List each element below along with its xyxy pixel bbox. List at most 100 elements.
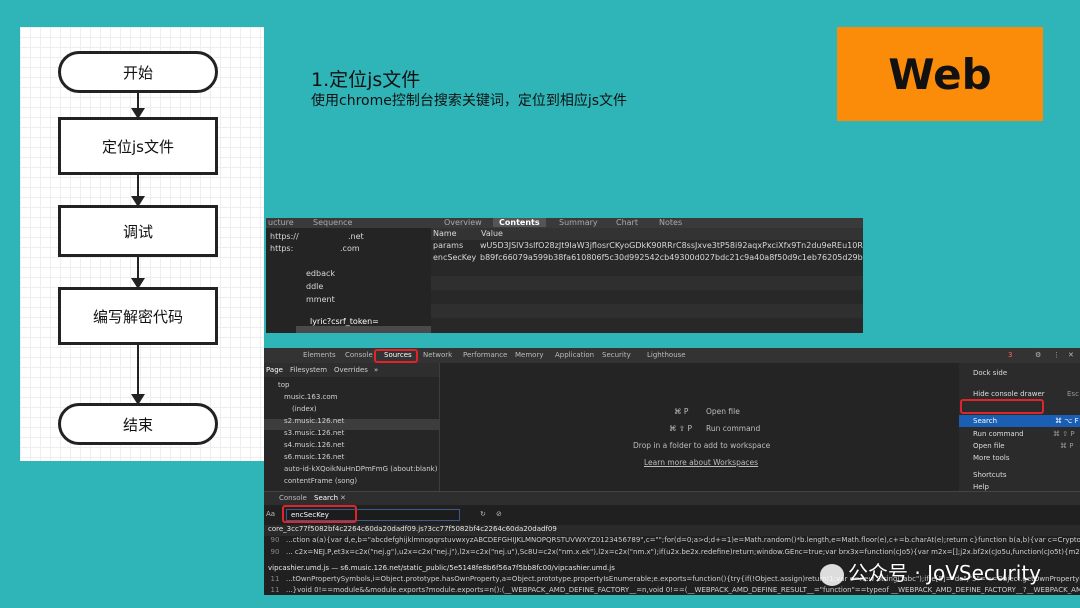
param-value: wU5D3JSlV3slfO28zJt9IaW3jflosrCKyoGDkK90… <box>480 241 863 250</box>
flow-node-write-decrypt: 编写解密代码 <box>58 287 218 345</box>
tree-domain[interactable]: music.163.com <box>284 393 337 401</box>
flow-arrow <box>131 93 145 119</box>
flow-node-label: 编写解密代码 <box>92 307 183 326</box>
result-file[interactable]: core_3cc77f5082bf4c2264c60da20dadf09.js?… <box>264 525 1080 536</box>
tab-overrides[interactable]: Overrides <box>334 366 368 374</box>
flow-node-locate-js: 定位js文件 <box>58 117 218 175</box>
navigator-tabs: Page Filesystem Overrides » <box>264 363 439 377</box>
refresh-icon[interactable]: ↻ <box>480 510 486 518</box>
result-file-name: vipcashier.umd.js — s6.music.126.net/sta… <box>268 564 615 572</box>
match-case-toggle[interactable]: Aa <box>266 510 275 518</box>
tree-domain[interactable]: s4.music.126.net <box>284 441 344 449</box>
flow-node-start: 开始 <box>58 51 218 93</box>
tab-contents[interactable]: Contents <box>493 218 546 227</box>
tab-structure[interactable]: ucture <box>268 218 294 227</box>
table-header: Name Value <box>431 228 863 240</box>
wechat-icon <box>820 563 844 586</box>
tab-network[interactable]: Network <box>423 351 452 359</box>
menu-shortcut: Esc <box>1067 390 1079 398</box>
table-row[interactable]: encSecKey b89fc66079a599b38fa610806f5c30… <box>431 252 863 264</box>
param-value: b89fc66079a599b38fa610806f5c30d992542cb4… <box>480 253 863 262</box>
tree-domain[interactable]: s3.music.126.net <box>284 429 344 437</box>
menu-hide-console-drawer[interactable]: Hide console drawer <box>973 390 1045 398</box>
tab-console-drawer[interactable]: Console <box>279 494 307 502</box>
menu-open-file[interactable]: Open file <box>973 442 1005 450</box>
tree-frame[interactable]: contentFrame (song) <box>284 477 357 485</box>
more-icon[interactable]: ⋮ <box>1053 351 1060 359</box>
result-line[interactable]: 11 ...}void 0!==module&&module.exports?mo… <box>264 586 1080 595</box>
tree-item[interactable]: .com <box>340 244 360 253</box>
tree-item[interactable]: https:// <box>270 232 299 241</box>
tree-item-selected[interactable]: lyric?csrf_token= <box>310 317 379 326</box>
flow-node-label: 开始 <box>122 63 153 82</box>
tab-overview[interactable]: Overview <box>444 218 482 227</box>
request-tree: https:// .net https: .com edback ddle mm… <box>266 228 431 333</box>
line-number: 11 <box>270 586 280 594</box>
tab-sequence[interactable]: Sequence <box>313 218 352 227</box>
result-line[interactable]: 90 ...ction a(a){var d,e,b="abcdefghijklm… <box>264 536 1080 547</box>
tree-item[interactable]: ddle <box>306 282 323 291</box>
shortcut-keys: ⌘ ⇧ P <box>669 424 693 433</box>
tree-item[interactable]: mment <box>306 295 335 304</box>
result-file-name: core_3cc77f5082bf4c2264c60da20dadf09.js?… <box>268 525 557 533</box>
tab-lighthouse[interactable]: Lighthouse <box>647 351 686 359</box>
devtools-menu: Dock side Hide console drawer Esc Search… <box>959 363 1080 491</box>
menu-shortcut: ⌘ ⌥ F <box>1055 417 1079 425</box>
highlight-box-sources <box>374 349 418 363</box>
tab-search-drawer[interactable]: Search <box>314 494 338 502</box>
tree-item[interactable]: edback <box>306 269 335 278</box>
menu-help[interactable]: Help <box>973 483 989 491</box>
menu-dock-side: Dock side <box>973 369 1008 377</box>
tree-item[interactable]: https: <box>270 244 293 253</box>
menu-more-tools[interactable]: More tools <box>973 454 1009 462</box>
highlight-box-search <box>960 399 1044 414</box>
line-number: 11 <box>270 575 280 583</box>
watermark-text: 公众号 · JoVSecurity <box>848 561 1042 585</box>
tab-summary[interactable]: Summary <box>559 218 598 227</box>
line-number: 90 <box>270 536 280 544</box>
menu-shortcuts[interactable]: Shortcuts <box>973 471 1006 479</box>
tree-frame[interactable]: auto-id-kXQoikNuHnDPmFmG (about:blank) <box>284 465 437 473</box>
tab-elements[interactable]: Elements <box>303 351 336 359</box>
close-icon[interactable]: ✕ <box>340 494 346 502</box>
tab-filesystem[interactable]: Filesystem <box>290 366 327 374</box>
shortcut-label: Run command <box>706 424 761 433</box>
issues-count[interactable]: 3 <box>1008 351 1012 359</box>
step-description: 使用chrome控制台搜索关键词，定位到相应js文件 <box>311 93 628 109</box>
menu-run-command[interactable]: Run command <box>973 430 1024 438</box>
gear-icon[interactable]: ⚙ <box>1035 351 1041 359</box>
drawer-tabs: Console Search ✕ <box>264 492 1080 505</box>
flow-node-end: 结束 <box>58 403 218 445</box>
menu-search[interactable]: Search <box>973 417 997 425</box>
network-tabs: ucture Sequence Overview Contents Summar… <box>266 218 863 228</box>
flow-arrow <box>131 345 145 405</box>
tab-notes[interactable]: Notes <box>659 218 682 227</box>
table-row[interactable]: params wU5D3JSlV3slfO28zJt9IaW3jflosrCKy… <box>431 240 863 252</box>
tab-application[interactable]: Application <box>555 351 594 359</box>
drop-folder-text: Drop in a folder to add to workspace <box>633 441 771 450</box>
tab-page[interactable]: Page <box>266 366 283 374</box>
tab-more[interactable]: » <box>374 366 378 374</box>
tab-performance[interactable]: Performance <box>463 351 507 359</box>
tab-chart[interactable]: Chart <box>616 218 638 227</box>
sources-editor-placeholder: ⌘ P Open file ⌘ ⇧ P Run command Drop in … <box>441 363 959 491</box>
param-name: params <box>433 241 464 250</box>
flow-node-label: 定位js文件 <box>102 137 174 156</box>
sources-navigator: Page Filesystem Overrides » top music.16… <box>264 363 440 491</box>
close-icon[interactable]: ✕ <box>1068 351 1074 359</box>
tree-domain[interactable]: s2.music.126.net <box>284 417 344 425</box>
shortcut-label: Open file <box>706 407 740 416</box>
tree-top[interactable]: top <box>278 381 289 389</box>
col-value: Value <box>481 229 503 238</box>
empty-row <box>431 276 863 290</box>
learn-more-link[interactable]: Learn more about Workspaces <box>644 458 758 467</box>
tree-file-index[interactable]: (index) <box>292 405 317 413</box>
tab-security[interactable]: Security <box>602 351 631 359</box>
result-text: ...ction a(a){var d,e,b="abcdefghijklmno… <box>286 536 1080 544</box>
tree-domain[interactable]: s6.music.126.net <box>284 453 344 461</box>
tab-console[interactable]: Console <box>345 351 373 359</box>
tab-memory[interactable]: Memory <box>515 351 543 359</box>
tree-item[interactable]: .net <box>348 232 364 241</box>
clear-icon[interactable]: ⊘ <box>496 510 502 518</box>
result-text: ... c2x=NEJ.P,et3x=c2x("nej.g"),u2x=c2x(… <box>286 548 1080 556</box>
